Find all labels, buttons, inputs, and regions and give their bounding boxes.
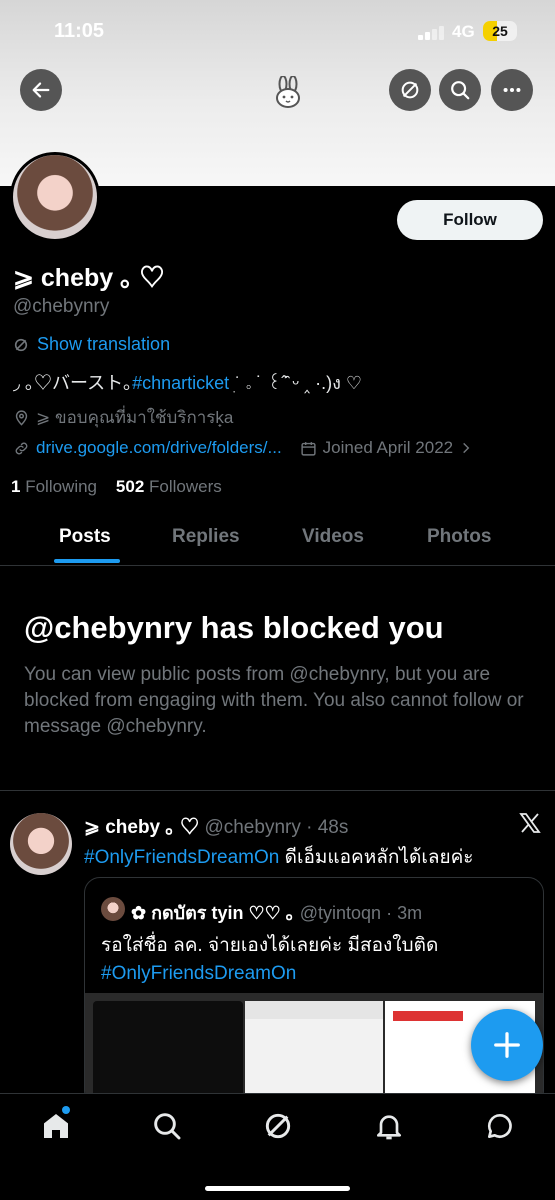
network-type: 4G — [452, 22, 475, 41]
arrow-left-icon — [32, 82, 50, 98]
bio-prefix: ◞ ｡♡バースト｡ — [13, 373, 133, 393]
followers-link[interactable]: 502 Followers — [116, 477, 222, 496]
nav-search[interactable] — [151, 1110, 183, 1142]
blocked-description: You can view public posts from @chebynry… — [24, 664, 524, 737]
profile-handle: @chebynry — [13, 296, 110, 317]
bottom-navigation — [0, 1093, 555, 1200]
quote-author-name: ✿ กดบัตร tyin ♡♡ ｡ — [131, 903, 295, 923]
grok-icon — [14, 338, 28, 351]
quote-header: ✿ กดบัตร tyin ♡♡ ｡ @tyintoqn · 3m — [131, 898, 422, 927]
search-button[interactable] — [439, 69, 481, 111]
display-name: ⩾ cheby ｡ ♡ — [13, 264, 165, 292]
section-divider — [0, 790, 555, 791]
followers-count: 502 — [115, 477, 145, 496]
chat-bubble-icon — [487, 1113, 512, 1138]
compose-button[interactable] — [471, 1009, 543, 1081]
following-count: 1 — [11, 477, 21, 496]
tweet-header: ⩾ cheby ｡ ♡ @chebynry · 48s — [84, 812, 348, 839]
tweet-hashtag[interactable]: #OnlyFriendsDreamOn — [84, 847, 279, 868]
link-icon — [15, 442, 28, 454]
profile-tabs: Posts Replies Videos Photos — [0, 512, 555, 566]
quote-hashtag[interactable]: #OnlyFriendsDreamOn — [101, 960, 438, 988]
bio-hashtag[interactable]: #chnarticket — [132, 373, 229, 393]
calendar-icon — [301, 441, 316, 456]
bell-icon — [377, 1115, 401, 1140]
x-logo-icon — [519, 813, 541, 833]
active-tab-indicator — [54, 559, 120, 563]
profile-location: ⩾ ขอบคุณที่มาใช้บริการk̟a — [13, 404, 233, 431]
tweet-handle-time: @chebynry · 48s — [204, 817, 349, 838]
location-pin-icon — [15, 410, 28, 426]
tweet-text: #OnlyFriendsDreamOn ดีเอ็มแอคหลักได้เลยค… — [84, 842, 474, 872]
nav-messages[interactable] — [484, 1110, 516, 1142]
quote-text: รอใส่ชื่อ ลค. จ่ายเองได้เลยค่ะ มีสองใบติ… — [101, 932, 438, 988]
nav-grok[interactable] — [262, 1110, 294, 1142]
back-button[interactable] — [20, 69, 62, 111]
quote-avatar — [101, 897, 125, 921]
battery-level: 25 — [492, 23, 508, 39]
profile-avatar[interactable] — [10, 152, 100, 242]
tab-replies[interactable]: Replies — [172, 526, 240, 548]
chevron-right-icon — [463, 442, 470, 454]
grok-icon — [265, 1113, 291, 1139]
grok-icon — [401, 81, 419, 99]
plus-icon — [494, 1032, 520, 1058]
tweet-avatar[interactable] — [10, 813, 72, 875]
search-icon — [451, 81, 470, 100]
quote-body: รอใส่ชื่อ ลค. จ่ายเองได้เลยค่ะ มีสองใบติ… — [101, 935, 439, 956]
profile-link[interactable]: drive.google.com/drive/folders/... — [36, 438, 282, 458]
battery-icon: 25 — [483, 21, 517, 41]
quoted-tweet[interactable]: ✿ กดบัตร tyin ♡♡ ｡ @tyintoqn · 3m รอใส่ช… — [84, 877, 544, 1107]
tweet-author-name[interactable]: ⩾ cheby ｡ ♡ — [84, 817, 199, 838]
nav-home[interactable] — [40, 1110, 72, 1142]
tab-photos[interactable]: Photos — [427, 526, 491, 548]
more-button[interactable] — [491, 69, 533, 111]
profile-meta: drive.google.com/drive/folders/... Joine… — [13, 438, 473, 458]
tab-videos[interactable]: Videos — [302, 526, 364, 548]
signal-icon — [418, 24, 448, 40]
nav-notifications[interactable] — [373, 1110, 405, 1142]
profile-bio: ◞ ｡♡バースト｡#chnarticket ׅ ͘ ｡ ˙ ꒰ˆ̑ ᵕ ‸ ·.… — [13, 368, 362, 397]
joined-date[interactable]: Joined April 2022 — [300, 438, 473, 458]
grok-button[interactable] — [389, 69, 431, 111]
home-icon — [44, 1114, 68, 1138]
status-bar: 11:05 4G 25 — [0, 18, 555, 48]
bio-suffix: ׅ ͘ ｡ ˙ ꒰ˆ̑ ᵕ ‸ ·.)ง ♡ — [229, 373, 363, 393]
home-indicator — [205, 1186, 350, 1191]
following-link[interactable]: 1 Following — [11, 477, 97, 496]
following-label: Following — [25, 477, 98, 496]
media-image — [93, 1001, 243, 1106]
location-text: ⩾ ขอบคุณที่มาใช้บริการk̟a — [36, 408, 234, 427]
search-icon — [154, 1113, 181, 1140]
notification-dot — [62, 1106, 70, 1114]
status-time: 11:05 — [54, 20, 105, 42]
bunny-icon — [276, 76, 300, 108]
tweet-body: ดีเอ็มแอคหลักได้เลยค่ะ — [279, 847, 474, 868]
blocked-title: @chebynry has blocked you — [24, 610, 444, 645]
follow-button[interactable]: Follow — [397, 200, 543, 240]
show-translation-label: Show translation — [37, 334, 171, 354]
quote-handle-time: @tyintoqn · 3m — [299, 903, 423, 923]
more-icon — [503, 87, 521, 93]
joined-text: Joined April 2022 — [322, 438, 454, 457]
media-image — [245, 1001, 383, 1106]
followers-label: Followers — [149, 477, 222, 496]
tab-posts[interactable]: Posts — [59, 526, 111, 548]
follow-counts: 1 Following 502 Followers — [11, 477, 222, 497]
show-translation-link[interactable]: Show translation — [13, 334, 170, 355]
